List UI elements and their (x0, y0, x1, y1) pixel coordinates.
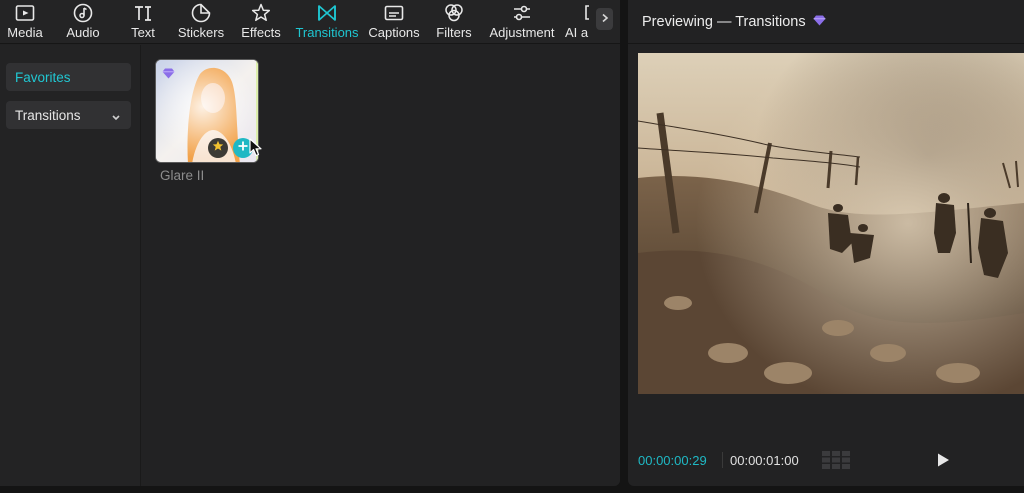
captions-icon (382, 1, 406, 25)
audio-icon (71, 1, 95, 25)
tool-text[interactable]: Text (125, 0, 161, 44)
preview-header: Previewing — Transitions (628, 0, 1024, 44)
total-time: 00:00:01:00 (730, 453, 799, 468)
video-preview (638, 53, 1024, 394)
app-window: { "toolbar": { "items": [ {"label": "Med… (0, 0, 1024, 493)
pro-gem-icon (813, 13, 826, 31)
pro-gem-icon (162, 66, 175, 84)
sidebar-item-transitions[interactable]: Transitions (6, 101, 131, 129)
filters-icon (442, 1, 466, 25)
tool-captions[interactable]: Captions (367, 0, 421, 44)
tool-transitions-label: Transitions (295, 25, 359, 40)
plus-icon (237, 139, 249, 157)
chevron-right-icon (601, 10, 609, 28)
sidebar-item-label: Transitions (15, 107, 81, 123)
ai-icon (578, 1, 594, 25)
asset-card-glare-ii[interactable] (155, 59, 259, 163)
current-time: 00:00:00:29 (638, 453, 707, 468)
asset-grid: Glare II (142, 45, 620, 486)
tool-adjustment[interactable]: Adjustment (488, 0, 556, 44)
effects-icon (249, 1, 273, 25)
sidebar-item-favorites[interactable]: Favorites (6, 63, 131, 91)
tool-ai[interactable]: AI a (564, 0, 594, 44)
tool-media[interactable]: Media (4, 0, 46, 44)
time-divider (722, 452, 723, 468)
tool-text-label: Text (131, 25, 155, 40)
play-button[interactable] (934, 451, 952, 469)
play-icon (938, 453, 949, 467)
tool-media-label: Media (7, 25, 43, 40)
tool-stickers[interactable]: Stickers (176, 0, 226, 44)
tool-ai-label: AI a (565, 25, 589, 40)
transitions-icon (315, 1, 339, 25)
mouse-cursor-icon (249, 138, 263, 163)
tool-filters-label: Filters (436, 25, 472, 40)
favorite-button[interactable] (208, 138, 228, 158)
tool-transitions[interactable]: Transitions (293, 0, 361, 44)
star-icon (212, 139, 224, 157)
assets-panel: Media Audio Text Stickers Effects Transi… (0, 0, 620, 486)
media-icon (13, 1, 37, 25)
asset-label: Glare II (160, 168, 205, 183)
top-toolbar: Media Audio Text Stickers Effects Transi… (0, 0, 620, 44)
tool-audio-label: Audio (66, 25, 100, 40)
preview-panel: Previewing — Transitions 00:00:00:29 00:… (628, 0, 1024, 486)
preview-title: Previewing — Transitions (642, 13, 806, 30)
text-icon (131, 1, 155, 25)
tool-filters[interactable]: Filters (435, 0, 473, 44)
category-sidebar: Favorites Transitions (0, 45, 141, 486)
sidebar-item-label: Favorites (15, 69, 71, 85)
tool-adjustment-label: Adjustment (489, 25, 555, 40)
toolbar-scroll-right-button[interactable] (596, 8, 613, 30)
tool-captions-label: Captions (368, 25, 420, 40)
tool-effects-label: Effects (241, 25, 281, 40)
tool-effects[interactable]: Effects (239, 0, 283, 44)
grid-view-icon[interactable] (822, 451, 850, 474)
tool-audio[interactable]: Audio (63, 0, 103, 44)
stickers-icon (189, 1, 213, 25)
chevron-down-icon (111, 110, 121, 125)
tool-stickers-label: Stickers (177, 25, 225, 40)
adjustment-icon (510, 1, 534, 25)
